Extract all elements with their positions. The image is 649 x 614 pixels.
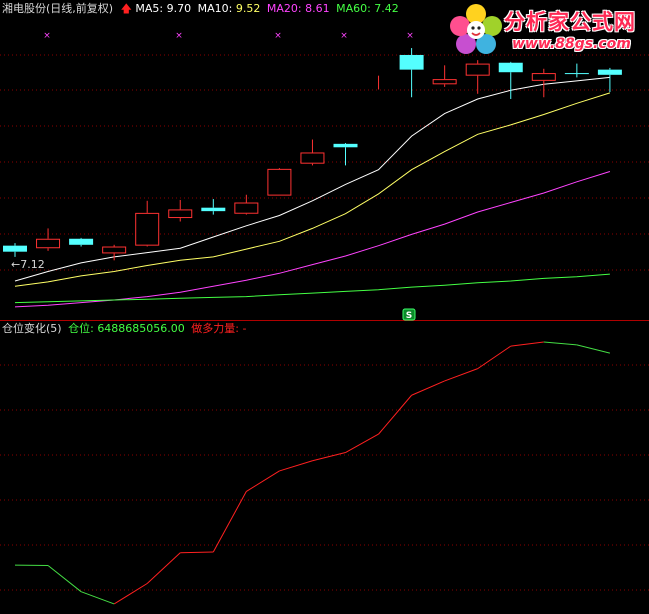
stock-chart-window: × × × × × S 湘电股份(日线,前复权) 🡅 MA5: 9.70 MA10: 9.… — [0, 0, 649, 614]
signal-marker: × — [340, 31, 348, 41]
ma20-line — [14, 171, 611, 308]
position-line-segment — [80, 591, 115, 605]
candle-body — [498, 62, 523, 73]
position-line-segment — [279, 460, 313, 472]
position-line-segment — [345, 433, 379, 453]
flower-logo-icon — [450, 4, 502, 54]
low-price-marker: ←7.12 — [11, 258, 45, 271]
site-logo: 分析家公式网 www.88gs.com — [448, 2, 646, 58]
signal-marker: × — [406, 31, 414, 41]
candle-body — [597, 69, 622, 75]
chart-canvas[interactable]: × × × × × S — [0, 0, 649, 614]
position-label: 仓位: — [68, 322, 94, 335]
ma20-label: MA20: — [266, 2, 302, 15]
position-line-segment — [510, 341, 544, 347]
candle-body — [36, 238, 61, 249]
candle-body — [135, 212, 160, 246]
ma20-value: 8.61 — [305, 2, 330, 15]
candle-body — [234, 202, 259, 214]
position-line-segment — [477, 345, 512, 370]
candle-body — [432, 79, 457, 85]
candle-body — [69, 238, 94, 245]
position-line-segment — [576, 344, 611, 354]
sub-panel-header: 仓位变化(5) 仓位: 6488685056.00 做多力量: - — [2, 322, 247, 336]
candle-body — [3, 245, 27, 252]
position-value: 6488685056.00 — [97, 322, 185, 335]
candle-body — [102, 246, 127, 254]
ma5-value: 9.70 — [166, 2, 192, 15]
force-label: 做多力量: — [191, 322, 240, 335]
candle-body — [465, 63, 490, 76]
candle-body — [333, 143, 358, 148]
ma10-value: 9.52 — [235, 2, 261, 15]
stock-name: 湘电股份 — [2, 2, 46, 15]
ma10-line — [14, 92, 611, 287]
position-line-segment — [113, 583, 148, 605]
candle-body — [267, 168, 292, 196]
position-line-segment — [543, 341, 577, 346]
ma60-line — [14, 273, 610, 304]
ma5-label: MA5: — [135, 2, 164, 15]
position-line-segment — [411, 380, 445, 396]
signal-marker: × — [43, 31, 51, 41]
sub-panel-title: 仓位变化(5) — [2, 322, 62, 335]
signal-marker: × — [175, 31, 183, 41]
position-line-segment — [246, 470, 280, 492]
logo-title: 分析家公式网 — [504, 10, 636, 34]
candle-body — [201, 207, 226, 212]
ma60-label: MA60: — [336, 2, 371, 15]
ma10-label: MA10: — [197, 2, 233, 15]
up-arrow-icon: 🡅 — [120, 2, 132, 15]
position-line-segment — [378, 394, 412, 435]
candle-body — [399, 54, 424, 70]
candle-body — [531, 73, 556, 81]
position-line-segment — [312, 452, 346, 462]
force-value: - — [242, 322, 247, 335]
position-line-segment — [180, 551, 214, 554]
candle-body — [300, 152, 325, 164]
position-line-segment — [212, 491, 247, 553]
ma60-value: 7.42 — [374, 2, 399, 15]
position-line-segment — [444, 368, 478, 382]
candle-body — [564, 73, 589, 75]
main-panel-header: 湘电股份(日线,前复权) 🡅 MA5: 9.70 MA10: 9.52 MA20… — [2, 2, 399, 16]
candle-body — [168, 209, 193, 219]
signal-marker: × — [274, 31, 282, 41]
period-label: (日线,前复权) — [46, 2, 114, 15]
position-line-segment — [47, 565, 82, 593]
logo-url: www.88gs.com — [512, 36, 631, 52]
signal-badge: S — [406, 311, 412, 321]
position-line-segment — [146, 552, 181, 584]
